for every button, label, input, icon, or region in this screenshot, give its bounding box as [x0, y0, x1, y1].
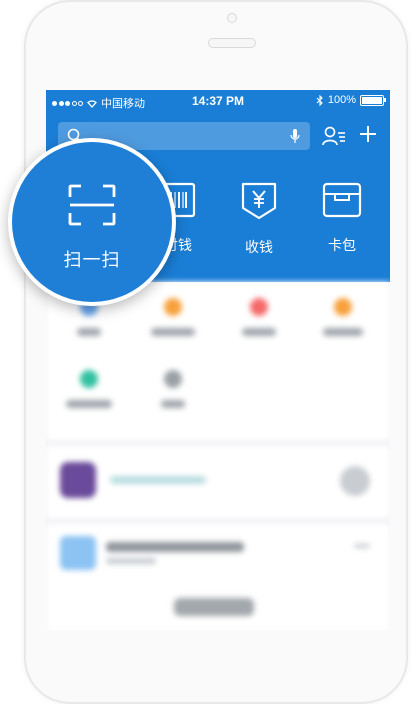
add-icon[interactable] — [358, 124, 378, 144]
collect-money-label: 收钱 — [245, 239, 273, 255]
card-wallet-label: 卡包 — [328, 237, 356, 253]
card-wallet-button[interactable]: 卡包 — [312, 182, 372, 255]
blurred-card — [46, 446, 390, 518]
grid-item — [308, 298, 378, 336]
front-camera — [227, 13, 237, 23]
grid-item — [224, 298, 294, 336]
contacts-icon[interactable] — [322, 125, 346, 147]
scan-label: 扫一扫 — [63, 250, 121, 270]
scan-button[interactable]: 扫一扫 — [8, 138, 176, 306]
card-wallet-icon — [322, 182, 362, 218]
blurred-content — [46, 282, 390, 630]
battery-percent: 100% — [327, 94, 356, 106]
microphone-icon[interactable] — [290, 128, 300, 144]
grid-item — [138, 298, 208, 336]
blurred-card — [46, 524, 390, 630]
status-right: 100% — [316, 94, 386, 106]
yen-receive-icon — [241, 182, 277, 220]
earpiece-speaker — [208, 38, 256, 48]
grid-item — [54, 370, 124, 408]
bluetooth-icon — [316, 94, 323, 106]
status-bar: 中国移动 14:37 PM 100% — [46, 90, 390, 112]
grid-item — [138, 370, 208, 408]
scan-icon — [68, 184, 116, 226]
battery-icon — [360, 94, 386, 106]
collect-money-button[interactable]: 收钱 — [229, 182, 289, 257]
